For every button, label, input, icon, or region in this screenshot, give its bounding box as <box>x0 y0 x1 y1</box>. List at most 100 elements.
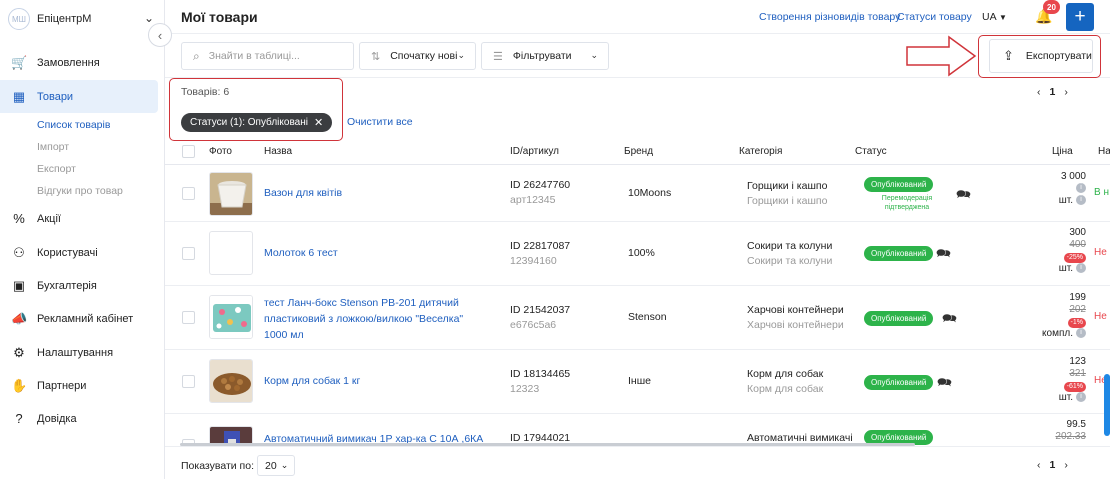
product-name[interactable]: Корм для собак 1 кг <box>264 373 489 389</box>
search-placeholder: Знайти в таблиці... <box>208 50 300 62</box>
table-row[interactable]: Корм для собак 1 кг ID 18134465 12323 Інш… <box>165 350 1110 414</box>
column-id[interactable]: ID/артикул <box>510 146 559 157</box>
chat-icon[interactable]: 🗪 <box>956 185 971 206</box>
pagination-bottom: ‹ 1 › <box>1037 459 1068 471</box>
product-category-cell: Сокири та колуни Сокири та колуни <box>747 239 832 269</box>
product-id: ID 18134465 <box>510 368 571 380</box>
sidebar-item-help[interactable]: ? Довідка <box>0 402 158 435</box>
row-checkbox[interactable] <box>182 187 195 200</box>
chat-icon[interactable]: 🗪 <box>942 309 957 330</box>
company-avatar: МШ <box>8 8 30 30</box>
chat-icon[interactable]: 🗪 <box>937 373 952 394</box>
price-value: 123 <box>1069 356 1086 367</box>
sidebar-item-orders[interactable]: 🛒 Замовлення <box>0 46 158 79</box>
select-all-checkbox[interactable] <box>182 145 195 158</box>
row-checkbox[interactable] <box>182 247 195 260</box>
product-category-path: Сокири та колуни <box>747 255 833 267</box>
statuses-link[interactable]: Статуси товару <box>897 11 972 23</box>
info-icon[interactable]: i <box>1076 392 1086 403</box>
clear-filters-link[interactable]: Очистити все <box>347 116 413 128</box>
table-row[interactable]: тест Ланч-бокс Stenson PB-201 дитячий пл… <box>165 286 1110 350</box>
prev-page-button[interactable]: ‹ <box>1037 86 1041 98</box>
chip-label: Статуси (1): Опубліковані <box>190 117 308 128</box>
sidebar-subitem-reviews[interactable]: Відгуки про товар <box>37 185 123 197</box>
language-value: UA <box>982 11 997 23</box>
row-checkbox[interactable] <box>182 311 195 324</box>
company-switcher[interactable]: МШ ЕпіцентрМ ⌄ <box>8 8 158 30</box>
current-page[interactable]: 1 <box>1050 86 1056 98</box>
sidebar-item-partners[interactable]: ✋ Партнери <box>0 369 158 402</box>
product-sku: 12394160 <box>510 255 557 267</box>
close-icon[interactable]: ✕ <box>314 116 323 129</box>
current-page[interactable]: 1 <box>1050 459 1056 471</box>
collapse-sidebar-button[interactable]: ‹ <box>148 23 172 47</box>
sidebar-item-ads[interactable]: 📣 Рекламний кабінет <box>0 302 158 335</box>
filter-dropdown[interactable]: ☰ Фільтрувати ⌄ <box>481 42 609 70</box>
moderation-note: Перемодерація підтверджена <box>881 195 933 211</box>
sidebar-item-promotions[interactable]: % Акції <box>0 202 158 235</box>
per-page-select[interactable]: 20 ⌄ <box>257 455 295 476</box>
price-cell: 99.5 202.33 <box>1055 419 1086 443</box>
old-price: 202.33 <box>1055 431 1086 442</box>
info-icon[interactable]: i <box>1076 195 1086 206</box>
prev-page-button[interactable]: ‹ <box>1037 459 1041 471</box>
column-availability: На <box>1098 146 1110 157</box>
table-footer: Показувати по: 20 ⌄ ‹ 1 › <box>165 446 1110 479</box>
chat-icon[interactable]: 🗪 <box>936 244 951 265</box>
product-photo[interactable] <box>209 359 253 403</box>
add-product-button[interactable]: + <box>1066 3 1094 31</box>
next-page-button[interactable]: › <box>1064 86 1068 98</box>
column-name[interactable]: Назва <box>264 146 292 157</box>
column-status[interactable]: Статус <box>855 146 887 157</box>
column-brand[interactable]: Бренд <box>624 146 653 157</box>
info-icon[interactable]: i <box>1076 263 1086 274</box>
chevron-down-icon: ⌄ <box>457 50 465 60</box>
column-price[interactable]: Ціна <box>1052 146 1073 157</box>
product-name[interactable]: Вазон для квітів <box>264 185 489 201</box>
product-name[interactable]: Молоток 6 тест <box>264 245 489 261</box>
info-icon[interactable]: i <box>1076 183 1086 194</box>
help-icon: ? <box>15 411 23 426</box>
product-photo[interactable] <box>209 295 253 339</box>
sidebar-item-products[interactable]: ▦ Товари <box>0 80 158 113</box>
product-category-path: Горщики і кашпо <box>747 195 828 207</box>
sidebar-subitem-export[interactable]: Експорт <box>37 163 76 175</box>
sidebar-subitem-import[interactable]: Імпорт <box>37 141 69 153</box>
info-icon[interactable]: i <box>1076 328 1086 339</box>
row-checkbox[interactable] <box>182 375 195 388</box>
language-select[interactable]: UA ▼ <box>982 11 1007 23</box>
old-price: 321 <box>1069 368 1086 379</box>
upload-icon: ⇪ <box>1003 48 1014 63</box>
export-button[interactable]: ⇪ Експортувати <box>989 39 1093 73</box>
product-sku: 12323 <box>510 383 540 395</box>
flower-pot-image <box>210 173 252 215</box>
table-row[interactable]: Вазон для квітів ID 26247760 арт12345 10M… <box>165 165 1110 222</box>
status-filter-chip[interactable]: Статуси (1): Опубліковані ✕ <box>181 113 333 132</box>
lunchbox-image <box>210 296 252 338</box>
table-row[interactable]: Автоматичний вимикач 1Р хар-ка С 10А ,6К… <box>165 414 1110 446</box>
sidebar-item-settings[interactable]: ⚙ Налаштування <box>0 336 158 369</box>
sidebar-item-accounting[interactable]: ▣ Бухгалтерія <box>0 269 158 302</box>
product-brand: Інше <box>628 375 651 387</box>
sidebar-item-users[interactable]: ⚇ Користувачі <box>0 236 158 269</box>
sidebar-subitem-product-list[interactable]: Список товарів <box>37 119 110 131</box>
price-unit: шт. <box>1058 263 1073 274</box>
next-page-button[interactable]: › <box>1064 459 1068 471</box>
product-name[interactable]: тест Ланч-бокс Stenson PB-201 дитячий пл… <box>264 295 489 343</box>
page-title: Мої товари <box>181 9 258 25</box>
sidebar-item-label: Замовлення <box>37 56 100 69</box>
sidebar-item-label: Користувачі <box>37 246 98 259</box>
table-row[interactable]: Молоток 6 тест ID 22817087 12394160 100% … <box>165 222 1110 286</box>
search-input[interactable]: ⌕ Знайти в таблиці... <box>181 42 354 70</box>
variants-link[interactable]: Створення різновидів товару <box>759 11 900 23</box>
per-page-value: 20 <box>265 459 277 472</box>
promo-icon: % <box>13 211 25 226</box>
product-sku: арт12345 <box>510 194 556 206</box>
vertical-scrollbar[interactable] <box>1104 374 1110 436</box>
product-id: ID 21542037 <box>510 304 571 316</box>
product-photo[interactable] <box>209 172 253 216</box>
product-id-cell: ID 26247760 арт12345 <box>510 178 570 208</box>
column-category[interactable]: Категорія <box>739 146 782 157</box>
product-photo[interactable] <box>209 231 253 275</box>
sort-dropdown[interactable]: ⇅ Спочатку нові ⌄ <box>359 42 476 70</box>
